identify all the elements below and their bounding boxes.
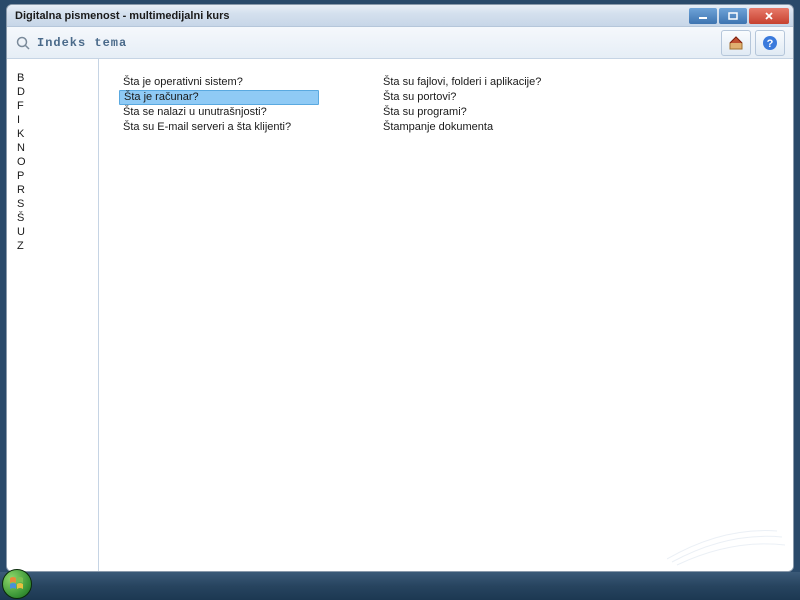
alpha-index-letter[interactable]: R: [17, 183, 98, 197]
window-title: Digitalna pismenost - multimedijalni kur…: [15, 10, 689, 22]
help-button[interactable]: ?: [755, 30, 785, 56]
toolbar: Indeks tema ?: [7, 27, 793, 59]
alpha-index-letter[interactable]: O: [17, 155, 98, 169]
help-icon: ?: [761, 34, 779, 52]
start-button[interactable]: [2, 569, 32, 599]
topic-link[interactable]: Šta je operativni sistem?: [119, 75, 379, 90]
index-label: Indeks tema: [37, 36, 127, 50]
topic-link[interactable]: Šta je računar?: [119, 90, 319, 105]
alpha-index-letter[interactable]: S: [17, 197, 98, 211]
app-window: Digitalna pismenost - multimedijalni kur…: [6, 4, 794, 572]
window-controls: [689, 8, 789, 24]
body-area: BDFIKNOPRSŠUZ Šta je operativni sistem?Š…: [7, 59, 793, 571]
topic-link[interactable]: Šta su programi?: [379, 105, 639, 120]
topic-link[interactable]: Šta su E-mail serveri a šta klijenti?: [119, 120, 379, 135]
topic-link[interactable]: Šta su portovi?: [379, 90, 639, 105]
decorative-swoosh-icon: [667, 527, 787, 567]
search-icon: [15, 35, 31, 51]
home-icon: [727, 34, 745, 52]
home-button[interactable]: [721, 30, 751, 56]
alpha-index-letter[interactable]: K: [17, 127, 98, 141]
maximize-button[interactable]: [719, 8, 747, 24]
windows-logo-icon: [8, 575, 26, 593]
alpha-index-letter[interactable]: D: [17, 85, 98, 99]
topic-column-1: Šta je operativni sistem?Šta je računar?…: [119, 75, 379, 563]
topic-content: Šta je operativni sistem?Šta je računar?…: [99, 59, 793, 571]
minimize-button[interactable]: [689, 8, 717, 24]
alpha-index-letter[interactable]: U: [17, 225, 98, 239]
alpha-index-sidebar: BDFIKNOPRSŠUZ: [7, 59, 99, 571]
topic-link[interactable]: Šta su fajlovi, folderi i aplikacije?: [379, 75, 639, 90]
svg-text:?: ?: [767, 38, 774, 50]
alpha-index-letter[interactable]: N: [17, 141, 98, 155]
alpha-index-letter[interactable]: Z: [17, 239, 98, 253]
alpha-index-letter[interactable]: P: [17, 169, 98, 183]
topic-link[interactable]: Šta se nalazi u unutrašnjosti?: [119, 105, 379, 120]
taskbar[interactable]: [0, 572, 800, 600]
titlebar: Digitalna pismenost - multimedijalni kur…: [7, 5, 793, 27]
alpha-index-letter[interactable]: F: [17, 99, 98, 113]
topic-column-2: Šta su fajlovi, folderi i aplikacije?Šta…: [379, 75, 639, 563]
alpha-index-letter[interactable]: B: [17, 71, 98, 85]
alpha-index-letter[interactable]: Š: [17, 211, 98, 225]
close-button[interactable]: [749, 8, 789, 24]
topic-link[interactable]: Štampanje dokumenta: [379, 120, 639, 135]
alpha-index-letter[interactable]: I: [17, 113, 98, 127]
